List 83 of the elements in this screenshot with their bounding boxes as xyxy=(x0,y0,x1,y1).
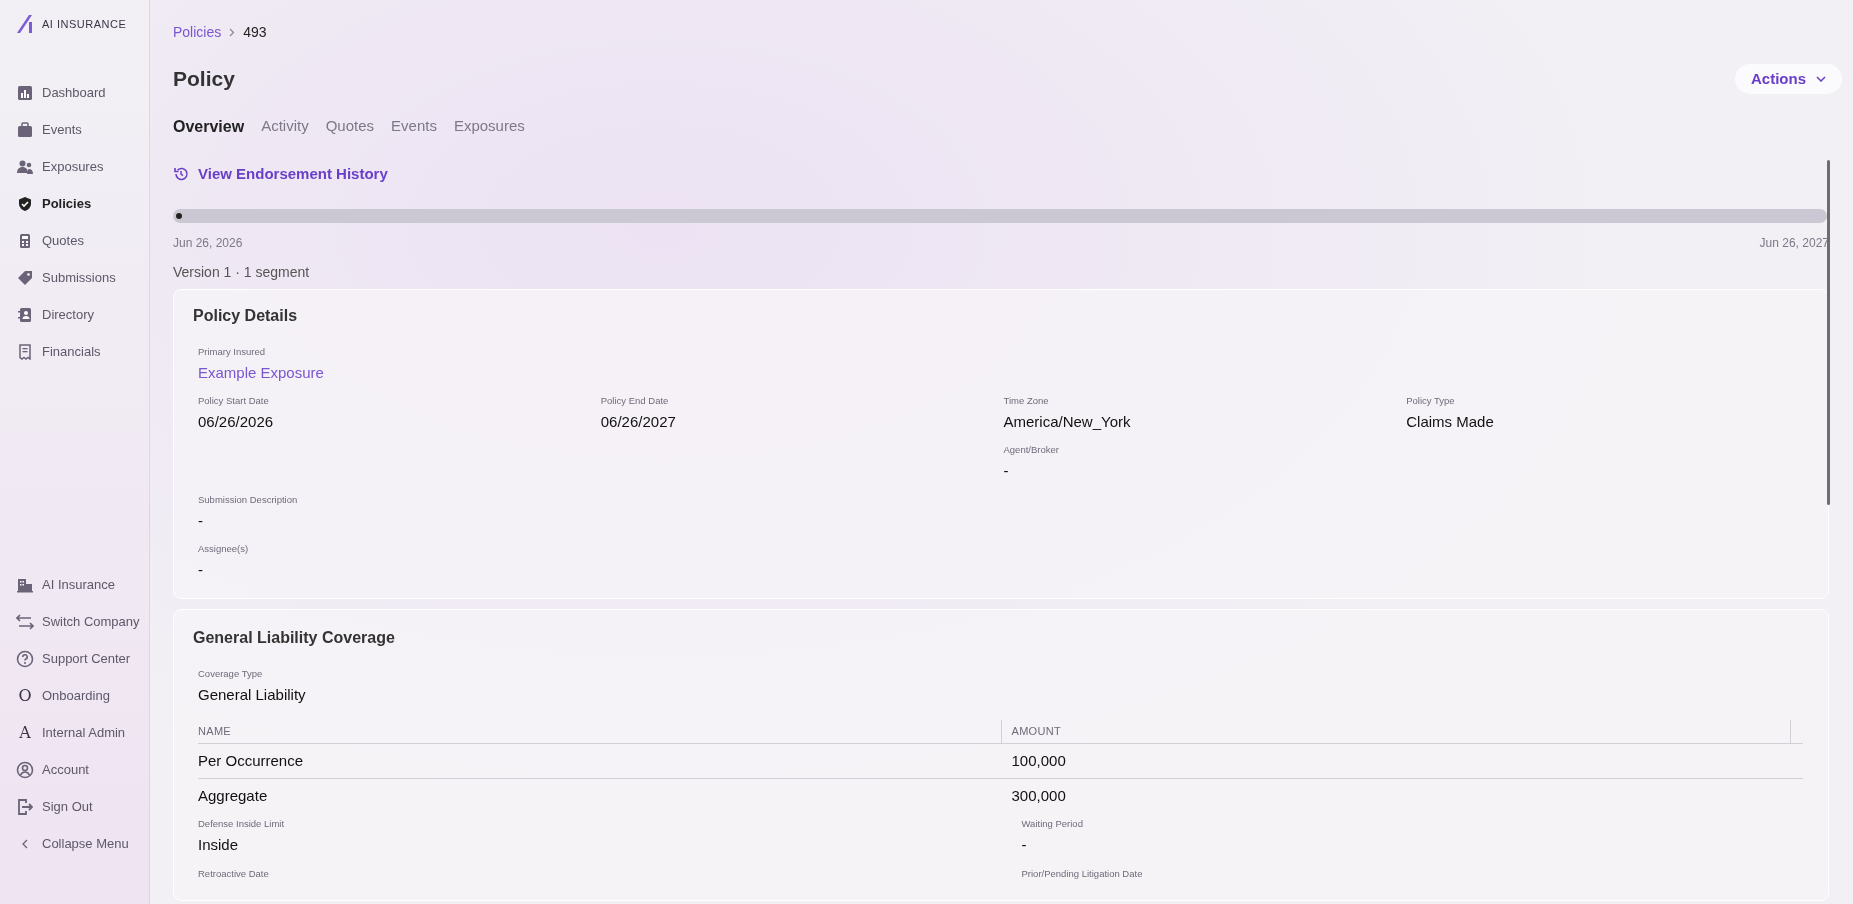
chart-icon xyxy=(17,84,33,101)
field-label: Retroactive Date xyxy=(198,867,270,880)
letter-icon: A xyxy=(19,720,31,745)
sidebar-item[interactable]: Account xyxy=(16,751,89,788)
field-value: General Liability xyxy=(198,684,307,705)
tab[interactable]: Quotes xyxy=(325,115,375,138)
column-header: AMOUNT xyxy=(1011,724,1061,740)
chevron-right-icon xyxy=(229,28,236,37)
tab[interactable]: Overview xyxy=(173,114,245,139)
field-label: Policy End Date xyxy=(600,394,670,407)
contact-book-icon xyxy=(17,306,33,323)
sidebar-item[interactable]: Sign Out xyxy=(16,788,93,825)
field-value: - xyxy=(1021,835,1028,855)
field-label: Coverage Type xyxy=(198,667,264,680)
table-cell-text: 100,000 xyxy=(1010,750,1067,771)
sidebar-item[interactable]: Financials xyxy=(16,333,101,370)
field-label: Time Zone xyxy=(1003,394,1050,407)
breadcrumb-link[interactable]: Policies xyxy=(173,22,222,43)
field-label: Prior/Pending Litigation Date xyxy=(1021,867,1144,880)
shield-icon xyxy=(17,195,33,212)
sidebar-item[interactable]: Collapse Menu xyxy=(16,825,129,862)
receipt-icon xyxy=(17,343,33,360)
user-circle-icon xyxy=(16,760,34,779)
version-summary: Version 1 · 1 segment xyxy=(173,263,311,282)
actions-button[interactable]: Actions xyxy=(1735,63,1842,94)
help-icon xyxy=(16,649,34,668)
table-cell-text: Aggregate xyxy=(198,786,269,807)
sidebar-item[interactable]: Policies xyxy=(16,185,92,222)
chevron-left-icon xyxy=(21,838,29,849)
field-label: Policy Start Date xyxy=(198,394,270,407)
field-label: Waiting Period xyxy=(1021,818,1084,830)
people-icon xyxy=(17,158,33,175)
endorsement-history-link[interactable]: View Endorsement History xyxy=(173,162,388,185)
column-header: NAME xyxy=(198,724,231,740)
timeline-marker xyxy=(176,213,182,219)
table-cell-text: Per Occurrence xyxy=(198,750,305,771)
card-title: Policy Details xyxy=(193,306,299,326)
field-label: Agent/Broker xyxy=(1003,444,1060,456)
chevron-down-icon xyxy=(1816,75,1826,82)
tab[interactable]: Activity xyxy=(261,115,309,138)
field-value: 06/26/2026 xyxy=(198,411,275,432)
sidebar-item[interactable]: Directory xyxy=(16,296,94,333)
logo-text: AI INSURANCE xyxy=(42,16,127,32)
card-title: General Liability Coverage xyxy=(193,627,396,648)
field-label: Assignee(s) xyxy=(198,543,250,555)
scrollbar[interactable] xyxy=(1827,160,1830,505)
field-value: America/New_York xyxy=(1003,411,1132,432)
swap-arrows-icon xyxy=(16,613,34,630)
buildings-icon xyxy=(17,576,33,593)
field-value: - xyxy=(198,560,204,580)
sidebar-item[interactable]: Submissions xyxy=(16,259,116,296)
sidebar-item[interactable]: Switch Company xyxy=(16,603,140,640)
field-label: Policy Type xyxy=(1406,394,1456,407)
sidebar-item[interactable]: AI Insurance xyxy=(16,566,115,603)
field-value: Claims Made xyxy=(1406,411,1495,432)
sidebar-item[interactable]: Quotes xyxy=(16,222,84,259)
field-label: Primary Insured xyxy=(198,346,267,358)
letter-icon: O xyxy=(18,683,32,708)
calculator-icon xyxy=(17,232,33,249)
sidebar-item[interactable]: A Internal Admin xyxy=(16,714,126,751)
sign-out-icon xyxy=(17,797,33,816)
timeline-start-date: Jun 26, 2026 xyxy=(173,235,243,252)
briefcase-icon xyxy=(17,121,33,138)
table-cell-text: 300,000 xyxy=(1010,786,1067,807)
history-icon xyxy=(173,165,189,182)
field-value: - xyxy=(1003,461,1010,481)
tab[interactable]: Exposures xyxy=(453,115,525,138)
sidebar-item[interactable]: Events xyxy=(16,111,82,148)
page-title: Policy xyxy=(173,66,235,92)
field-value: 06/26/2027 xyxy=(600,411,677,432)
field-label: Defense Inside Limit xyxy=(198,818,286,830)
tag-icon xyxy=(17,269,33,286)
sidebar-item[interactable]: Dashboard xyxy=(16,74,106,111)
sidebar-item[interactable]: Exposures xyxy=(16,148,104,185)
breadcrumb-current: 493 xyxy=(243,23,267,42)
field-label: Submission Description xyxy=(198,493,299,506)
timeline-end-date: Jun 26, 2027 xyxy=(1759,235,1829,252)
field-value: - xyxy=(198,510,204,531)
sidebar-item[interactable]: Support Center xyxy=(16,640,131,677)
field-value: Inside xyxy=(198,835,240,855)
primary-insured-link[interactable]: Example Exposure xyxy=(198,362,324,385)
sidebar-item[interactable]: O Onboarding xyxy=(16,677,110,714)
tab[interactable]: Events xyxy=(391,115,437,138)
